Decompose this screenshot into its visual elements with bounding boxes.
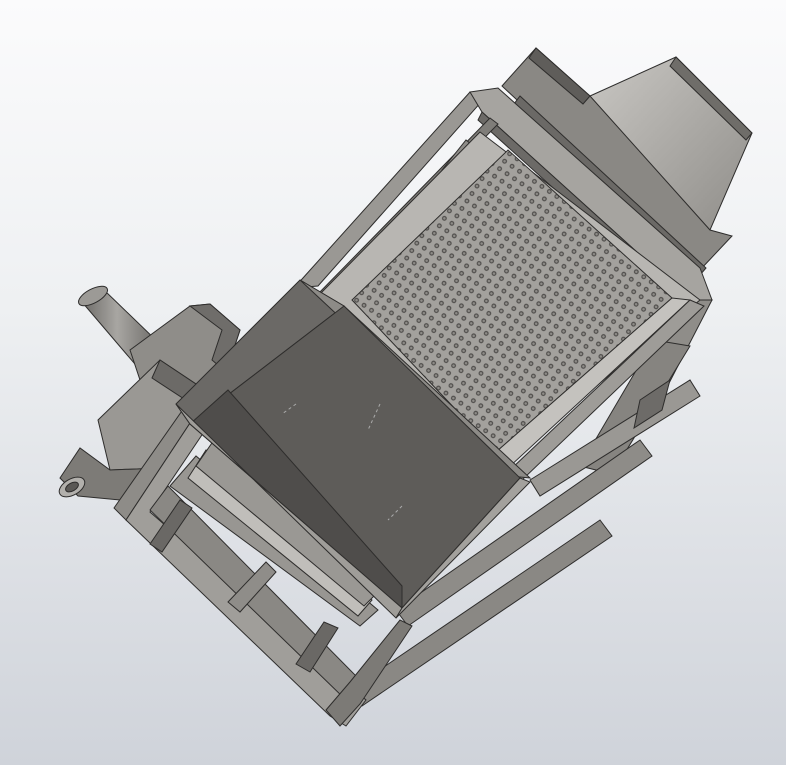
machine-model[interactable] — [0, 0, 786, 765]
cad-3d-viewport[interactable] — [0, 0, 786, 765]
